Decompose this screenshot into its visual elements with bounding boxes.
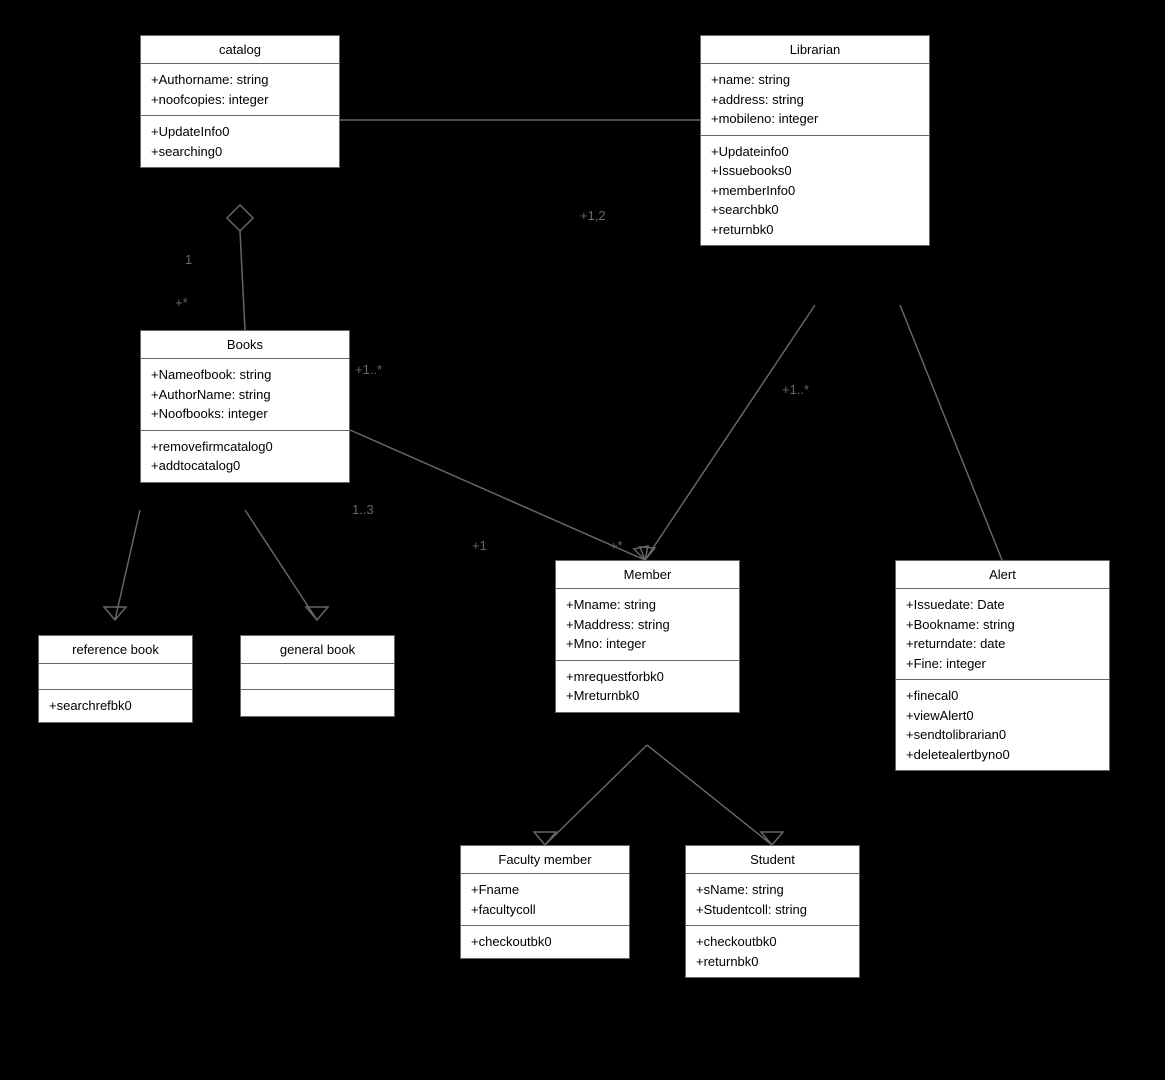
label-multiplicity-1: 1 — [185, 252, 192, 267]
alert-title: Alert — [896, 561, 1109, 589]
label-multiplicity-13: 1..3 — [352, 502, 374, 517]
label-multiplicity-plus1: +1 — [472, 538, 487, 553]
general-book-empty2 — [241, 690, 394, 716]
books-title: Books — [141, 331, 349, 359]
diagram-container: 1 +* +1..* +1,2 +1..* 1..3 +1 +* catalog… — [0, 0, 1165, 1080]
faculty-member-attributes: +Fname +facultycoll — [461, 874, 629, 926]
class-general-book: general book — [240, 635, 395, 717]
alert-methods: +finecal0 +viewAlert0 +sendtolibrarian0 … — [896, 680, 1109, 770]
label-multiplicity-1star2: +1..* — [782, 382, 809, 397]
class-faculty-member: Faculty member +Fname +facultycoll +chec… — [460, 845, 630, 959]
label-multiplicity-star: +* — [175, 295, 188, 310]
alert-attributes: +Issuedate: Date +Bookname: string +retu… — [896, 589, 1109, 680]
catalog-methods: +UpdateInfo0 +searching0 — [141, 116, 339, 167]
label-multiplicity-plusstar: +* — [610, 538, 623, 553]
member-title: Member — [556, 561, 739, 589]
class-reference-book: reference book +searchrefbk0 — [38, 635, 193, 723]
books-attributes: +Nameofbook: string +AuthorName: string … — [141, 359, 349, 431]
catalog-title: catalog — [141, 36, 339, 64]
class-librarian: Librarian +name: string +address: string… — [700, 35, 930, 246]
reference-book-empty — [39, 664, 192, 690]
class-member: Member +Mname: string +Maddress: string … — [555, 560, 740, 713]
class-student: Student +sName: string +Studentcoll: str… — [685, 845, 860, 978]
student-methods: +checkoutbk0 +returnbk0 — [686, 926, 859, 977]
class-books: Books +Nameofbook: string +AuthorName: s… — [140, 330, 350, 483]
librarian-title: Librarian — [701, 36, 929, 64]
faculty-member-methods: +checkoutbk0 — [461, 926, 629, 958]
librarian-methods: +Updateinfo0 +Issuebooks0 +memberInfo0 +… — [701, 136, 929, 246]
member-methods: +mrequestforbk0 +Mreturnbk0 — [556, 661, 739, 712]
reference-book-title: reference book — [39, 636, 192, 664]
class-catalog: catalog +Authorname: string +noofcopies:… — [140, 35, 340, 168]
general-book-empty1 — [241, 664, 394, 690]
general-book-title: general book — [241, 636, 394, 664]
reference-book-methods: +searchrefbk0 — [39, 690, 192, 722]
label-multiplicity-1star: +1..* — [355, 362, 382, 377]
faculty-member-title: Faculty member — [461, 846, 629, 874]
student-title: Student — [686, 846, 859, 874]
librarian-attributes: +name: string +address: string +mobileno… — [701, 64, 929, 136]
class-alert: Alert +Issuedate: Date +Bookname: string… — [895, 560, 1110, 771]
catalog-attributes: +Authorname: string +noofcopies: integer — [141, 64, 339, 116]
student-attributes: +sName: string +Studentcoll: string — [686, 874, 859, 926]
member-attributes: +Mname: string +Maddress: string +Mno: i… — [556, 589, 739, 661]
label-multiplicity-12: +1,2 — [580, 208, 606, 223]
books-methods: +removefirmcatalog0 +addtocatalog0 — [141, 431, 349, 482]
